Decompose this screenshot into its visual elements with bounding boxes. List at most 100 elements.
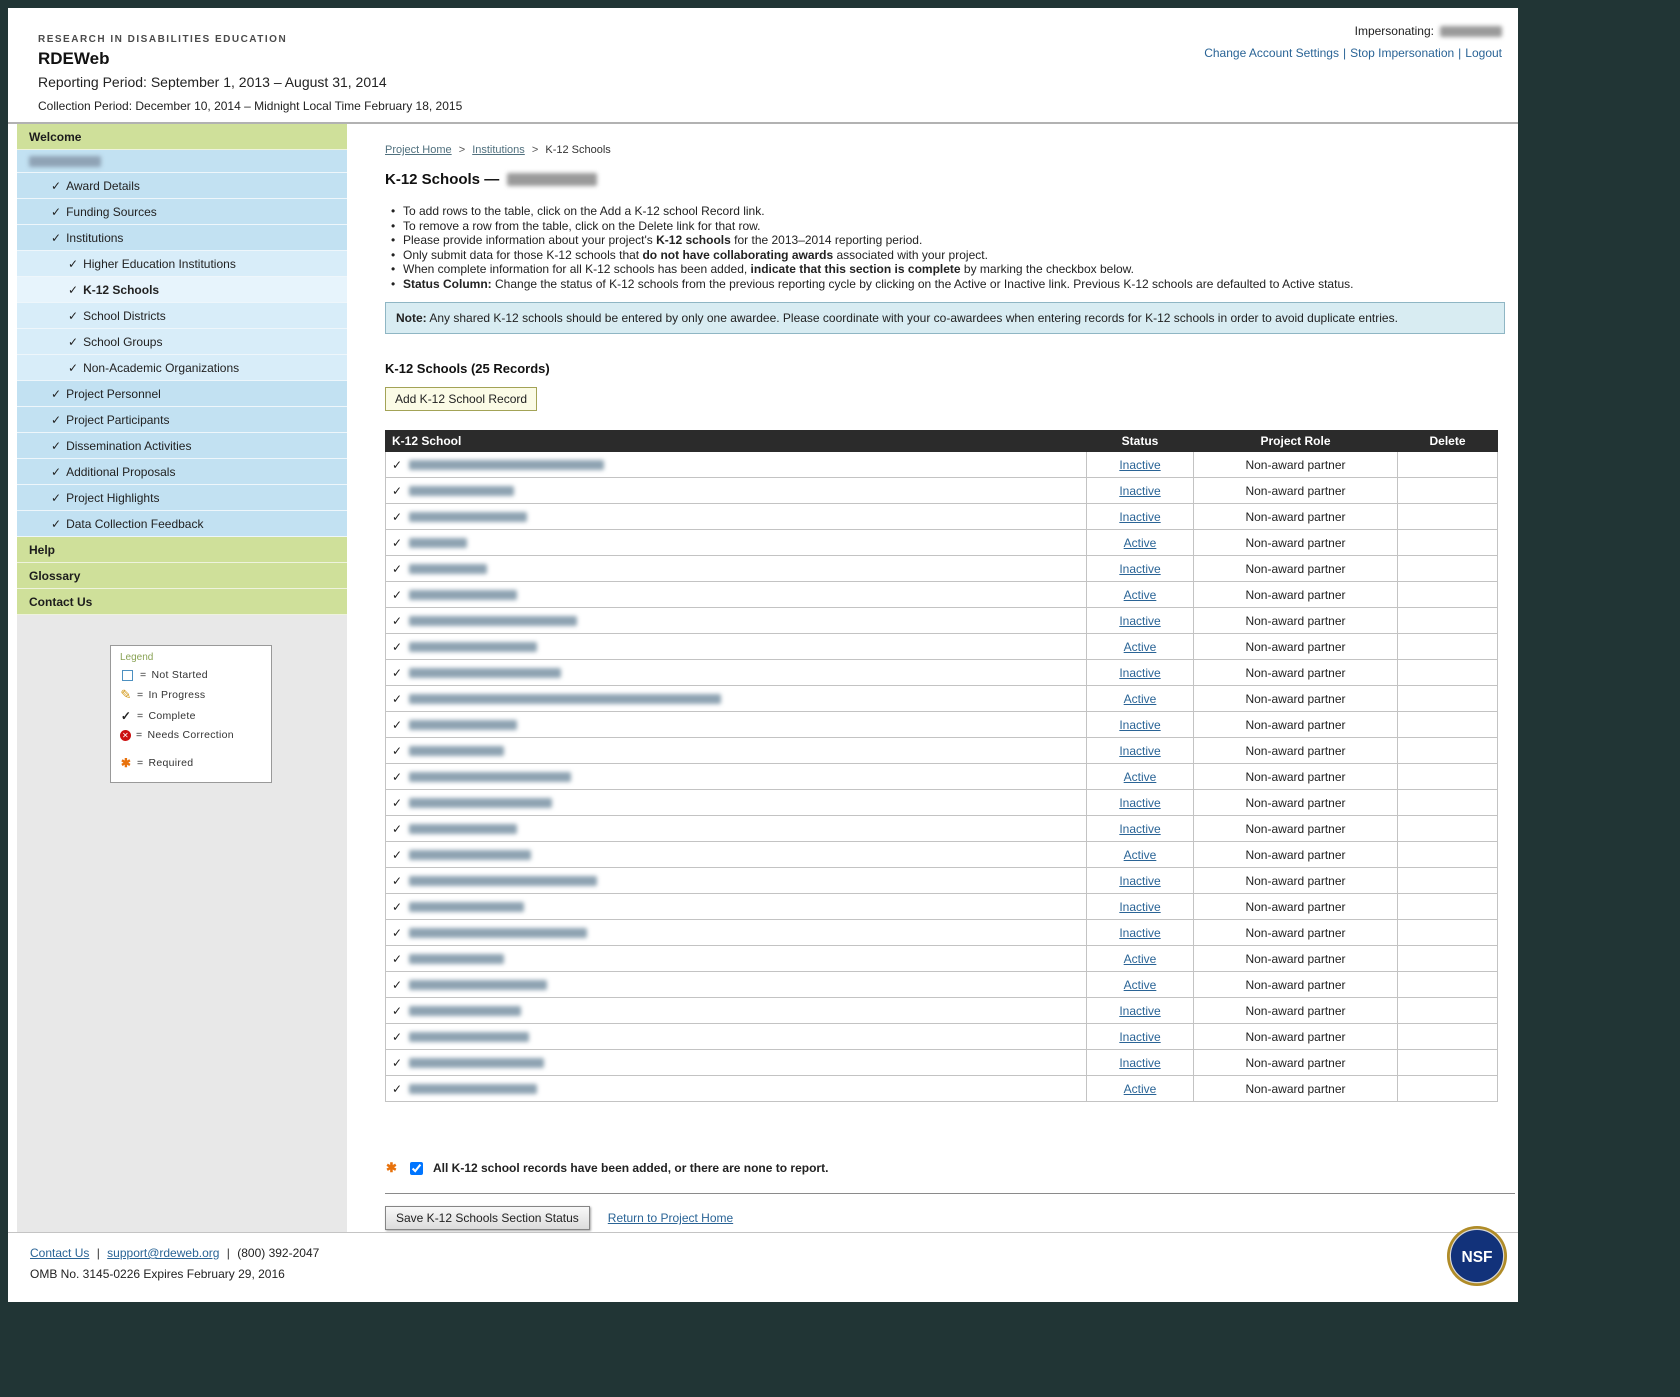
school-cell: [386, 1050, 1087, 1076]
status-link-active[interactable]: Active: [1124, 692, 1157, 706]
sidebar-item-project-personnel[interactable]: Project Personnel: [17, 381, 347, 407]
status-link-inactive[interactable]: Inactive: [1119, 666, 1160, 680]
sidebar-link-glossary[interactable]: Glossary: [17, 563, 347, 589]
status-link-active[interactable]: Active: [1124, 1082, 1157, 1096]
sidebar-item-data-collection-feedback[interactable]: Data Collection Feedback: [17, 511, 347, 537]
redacted-school-name: [409, 772, 571, 782]
delete-cell: [1398, 712, 1498, 738]
status-link-inactive[interactable]: Inactive: [1119, 458, 1160, 472]
legend-label: Not Started: [151, 669, 207, 681]
stop-impersonation-link[interactable]: Stop Impersonation: [1350, 46, 1454, 60]
return-to-project-home-link[interactable]: Return to Project Home: [608, 1211, 733, 1225]
sidebar-item-school-districts[interactable]: School Districts: [17, 303, 347, 329]
status-link-inactive[interactable]: Inactive: [1119, 926, 1160, 940]
k12-schools-table: K-12 School Status Project Role Delete I…: [385, 430, 1498, 1102]
sidebar-link-contact-us[interactable]: Contact Us: [17, 589, 347, 615]
project-role-cell: Non-award partner: [1194, 452, 1398, 478]
delete-cell: [1398, 920, 1498, 946]
sidebar-item-project[interactable]: [17, 150, 347, 173]
school-cell: [386, 660, 1087, 686]
completion-checkbox[interactable]: [410, 1162, 423, 1175]
breadcrumb-separator: >: [532, 144, 538, 156]
status-link-active[interactable]: Active: [1124, 640, 1157, 654]
breadcrumb-institutions[interactable]: Institutions: [472, 144, 525, 156]
impersonating-label: Impersonating:: [1355, 24, 1434, 38]
status-link-inactive[interactable]: Inactive: [1119, 822, 1160, 836]
separator: |: [1458, 46, 1461, 60]
sidebar-item-higher-education-institutions[interactable]: Higher Education Institutions: [17, 251, 347, 277]
footer-contact-line: Contact Us | support@rdeweb.org | (800) …: [30, 1246, 1518, 1260]
status-link-active[interactable]: Active: [1124, 978, 1157, 992]
redacted-school-name: [409, 486, 514, 496]
school-cell: [386, 1024, 1087, 1050]
status-link-inactive[interactable]: Inactive: [1119, 614, 1160, 628]
status-link-inactive[interactable]: Inactive: [1119, 874, 1160, 888]
sidebar-link-welcome[interactable]: Welcome: [17, 124, 347, 150]
sidebar-item-non-academic-organizations[interactable]: Non-Academic Organizations: [17, 355, 347, 381]
save-section-status-button[interactable]: Save K-12 Schools Section Status: [385, 1206, 590, 1230]
status-link-inactive[interactable]: Inactive: [1119, 718, 1160, 732]
sidebar-nav: Award DetailsFunding SourcesInstitutions…: [17, 150, 347, 537]
status-link-inactive[interactable]: Inactive: [1119, 484, 1160, 498]
sidebar-item-label: Project Personnel: [66, 387, 161, 401]
change-account-settings-link[interactable]: Change Account Settings: [1204, 46, 1339, 60]
legend-row-in-progress: = In Progress: [120, 687, 262, 703]
school-cell: [386, 920, 1087, 946]
add-k12-school-record-button[interactable]: Add K-12 School Record: [385, 387, 537, 411]
status-link-inactive[interactable]: Inactive: [1119, 1004, 1160, 1018]
sidebar-item-additional-proposals[interactable]: Additional Proposals: [17, 459, 347, 485]
legend-equals: =: [140, 669, 146, 681]
status-link-active[interactable]: Active: [1124, 848, 1157, 862]
status-link-inactive[interactable]: Inactive: [1119, 744, 1160, 758]
status-link-inactive[interactable]: Inactive: [1119, 900, 1160, 914]
legend-row-complete: = Complete: [120, 709, 262, 723]
page: RESEARCH IN DISABILITIES EDUCATION RDEWe…: [8, 8, 1518, 1302]
sidebar-item-award-details[interactable]: Award Details: [17, 173, 347, 199]
nsf-logo: NSF: [1446, 1225, 1508, 1287]
breadcrumb-project-home[interactable]: Project Home: [385, 144, 452, 156]
check-icon: [392, 744, 402, 758]
redacted-school-name: [409, 590, 517, 600]
status-link-inactive[interactable]: Inactive: [1119, 562, 1160, 576]
status-link-inactive[interactable]: Inactive: [1119, 1056, 1160, 1070]
check-icon: [68, 309, 78, 323]
project-role-cell: Non-award partner: [1194, 894, 1398, 920]
required-icon: [120, 756, 132, 770]
sidebar-link-help[interactable]: Help: [17, 537, 347, 563]
school-cell: [386, 764, 1087, 790]
project-role-cell: Non-award partner: [1194, 504, 1398, 530]
status-link-active[interactable]: Active: [1124, 536, 1157, 550]
sidebar-item-project-participants[interactable]: Project Participants: [17, 407, 347, 433]
sidebar-item-school-groups[interactable]: School Groups: [17, 329, 347, 355]
breadcrumb: Project Home > Institutions > K-12 Schoo…: [385, 144, 1518, 156]
sidebar-item-institutions[interactable]: Institutions: [17, 225, 347, 251]
legend-label: In Progress: [148, 689, 205, 701]
status-link-inactive[interactable]: Inactive: [1119, 510, 1160, 524]
footer-phone: (800) 392-2047: [237, 1246, 319, 1260]
redacted-school-name: [409, 954, 504, 964]
table-row: InactiveNon-award partner: [386, 998, 1498, 1024]
status-link-inactive[interactable]: Inactive: [1119, 796, 1160, 810]
status-cell: Active: [1087, 582, 1194, 608]
footer-support-email-link[interactable]: support@rdeweb.org: [107, 1246, 219, 1260]
nsf-logo-text: NSF: [1462, 1249, 1493, 1266]
status-link-active[interactable]: Active: [1124, 952, 1157, 966]
project-role-cell: Non-award partner: [1194, 1050, 1398, 1076]
instructions-list: To add rows to the table, click on the A…: [389, 204, 1518, 291]
sidebar-item-dissemination-activities[interactable]: Dissemination Activities: [17, 433, 347, 459]
sidebar-item-k-12-schools[interactable]: K-12 Schools: [17, 277, 347, 303]
sidebar-item-project-highlights[interactable]: Project Highlights: [17, 485, 347, 511]
status-link-active[interactable]: Active: [1124, 588, 1157, 602]
logout-link[interactable]: Logout: [1465, 46, 1502, 60]
table-row: InactiveNon-award partner: [386, 920, 1498, 946]
status-link-active[interactable]: Active: [1124, 770, 1157, 784]
school-cell: [386, 868, 1087, 894]
schools-table-body: InactiveNon-award partnerInactiveNon-awa…: [386, 452, 1498, 1102]
separator: |: [97, 1246, 100, 1260]
school-cell: [386, 530, 1087, 556]
sidebar-item-funding-sources[interactable]: Funding Sources: [17, 199, 347, 225]
status-link-inactive[interactable]: Inactive: [1119, 1030, 1160, 1044]
table-row: ActiveNon-award partner: [386, 634, 1498, 660]
footer-contact-us-link[interactable]: Contact Us: [30, 1246, 89, 1260]
legend-equals: =: [136, 729, 142, 741]
